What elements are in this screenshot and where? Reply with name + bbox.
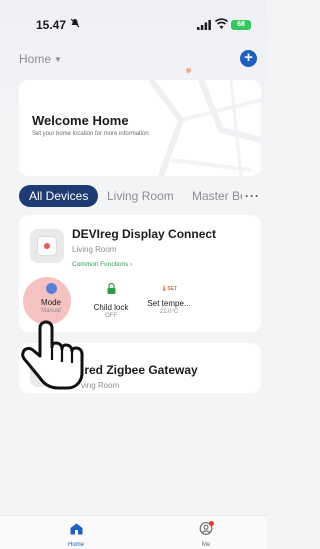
mode-function-button[interactable]: Mode Manual [21,283,81,314]
mute-icon [70,18,80,31]
room-tabs: All Devices Living Room Master Be ··· [19,185,264,207]
tab-living-room[interactable]: Living Room [107,185,174,207]
child-lock-value: OFF [105,313,117,319]
welcome-subtitle: Set your home location for more informat… [32,131,149,137]
device-room: Living Room [72,245,117,254]
common-functions-link[interactable]: Common Functions › [72,261,132,268]
map-background [148,80,261,176]
set-temperature-label: Set tempe... [147,299,191,308]
mode-icon [45,283,57,294]
nav-home[interactable]: Home [58,522,94,548]
device-thumbnail [30,229,64,263]
lock-icon [107,282,115,294]
home-selector[interactable]: Home ▼ [19,52,62,66]
status-time: 15.47 [36,18,67,32]
mode-value: Manual [41,308,61,314]
signal-icon [197,20,211,30]
set-temperature-function-button[interactable]: 🌡SET Set tempe... 21.0°C [139,283,199,315]
device-name: ired Zigbee Gateway [81,363,198,377]
nav-home-label: Home [67,542,84,548]
plus-icon: + [244,49,253,66]
welcome-title: Welcome Home [32,113,129,128]
child-lock-label: Child lock [93,303,129,312]
nav-me[interactable]: Me [190,521,222,548]
child-lock-function-button[interactable]: Child lock OFF [81,282,141,319]
device-name: DEVIreg Display Connect [72,227,217,241]
add-device-button[interactable]: + [240,50,257,67]
location-dot [186,68,191,73]
nav-me-label: Me [201,542,211,548]
home-selector-label: Home [19,52,52,66]
notification-dot [209,521,214,526]
mode-label: Mode [40,298,61,307]
set-temp-icon: 🌡SET [160,286,178,292]
more-tabs-icon[interactable]: ··· [245,185,260,207]
wifi-icon [215,18,228,29]
battery-icon: 68 [231,20,251,30]
device-room: ving Room [81,381,120,390]
tab-master-bedroom[interactable]: Master Be [192,185,242,207]
home-icon [70,523,82,535]
app-screen: 15.47 68 Home ▼ + Welcome Home Set your … [0,0,267,549]
device-card-devireg[interactable]: DEVIreg Display Connect Living Room Comm… [19,215,261,332]
welcome-card[interactable]: Welcome Home Set your home location for … [19,80,261,176]
status-bar: 15.47 68 [0,0,267,36]
hand-pointer-icon [21,320,84,390]
tab-all-devices[interactable]: All Devices [19,185,99,207]
set-temperature-value: 21.0°C [159,309,179,315]
bottom-nav: Home Me [0,515,267,549]
caret-down-icon: ▼ [54,54,62,64]
